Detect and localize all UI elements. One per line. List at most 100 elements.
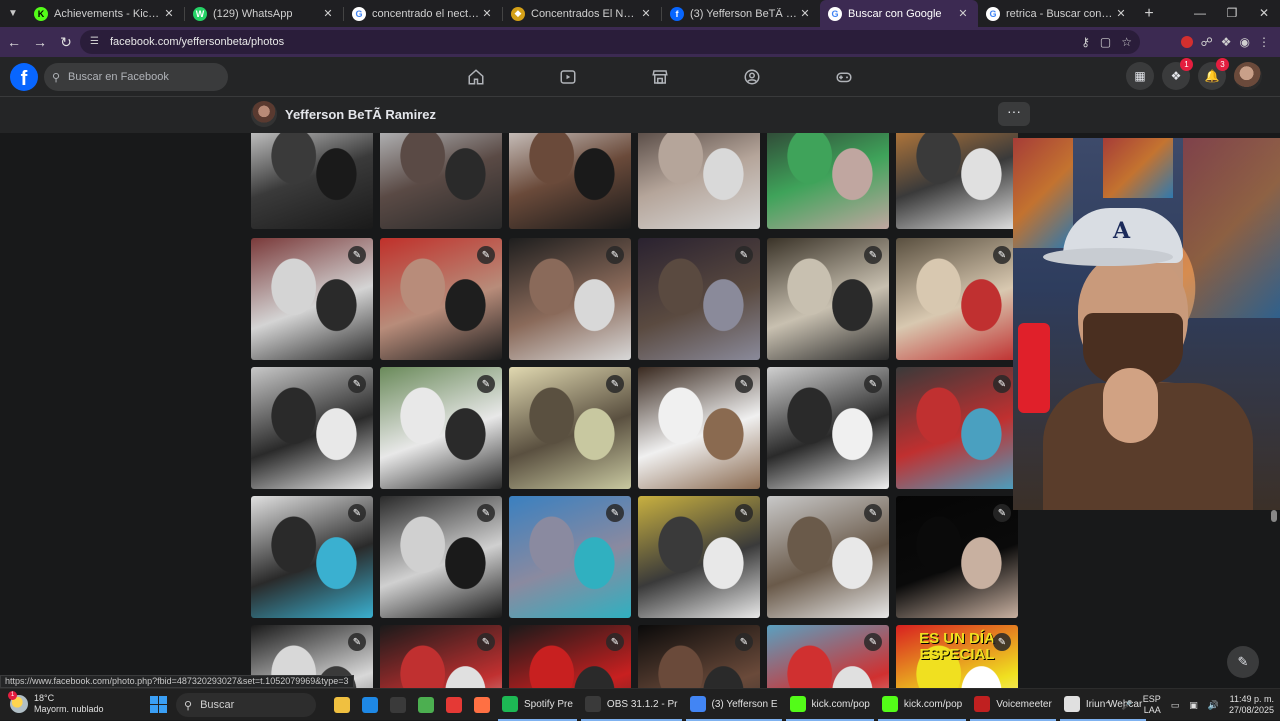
- browser-tab[interactable]: G Buscar con Google ✕: [820, 0, 978, 27]
- photo-thumbnail[interactable]: [767, 133, 889, 229]
- bookmark-star-icon[interactable]: ☆: [1121, 35, 1132, 49]
- taskbar-app[interactable]: [414, 689, 438, 721]
- edit-photo-pencil-icon[interactable]: ✎: [864, 633, 882, 651]
- new-message-button[interactable]: ✎: [1227, 646, 1259, 678]
- browser-tab[interactable]: Gretrica - Buscar con Google✕: [978, 0, 1136, 27]
- extension-red-icon[interactable]: [1180, 36, 1193, 48]
- nav-marketplace[interactable]: [614, 57, 706, 97]
- tab-close-icon[interactable]: ✕: [162, 7, 176, 20]
- photo-thumbnail[interactable]: ES UN DÍA ESPECIALpara desearte las más …: [896, 625, 1018, 688]
- browser-tab[interactable]: Gconcentrado el nectar - Buscar✕: [344, 0, 502, 27]
- photo-thumbnail[interactable]: ✎: [380, 367, 502, 489]
- close-window-icon[interactable]: ✕: [1248, 0, 1280, 27]
- taskbar-app[interactable]: [470, 689, 494, 721]
- facebook-search-input[interactable]: [68, 71, 218, 83]
- edit-photo-pencil-icon[interactable]: ✎: [735, 504, 753, 522]
- photo-thumbnail[interactable]: ✎: [251, 496, 373, 618]
- photo-thumbnail[interactable]: ✎: [638, 238, 760, 360]
- photo-thumbnail[interactable]: ✎: [767, 496, 889, 618]
- photo-thumbnail[interactable]: [509, 133, 631, 229]
- taskbar-app[interactable]: [358, 689, 382, 721]
- photo-thumbnail[interactable]: ✎: [251, 367, 373, 489]
- photo-thumbnail[interactable]: ✎: [638, 625, 760, 688]
- restore-icon[interactable]: ❐: [1216, 0, 1248, 27]
- install-app-icon[interactable]: ▢: [1100, 35, 1111, 49]
- account-avatar[interactable]: [1234, 62, 1262, 90]
- photo-thumbnail[interactable]: ✎: [896, 238, 1018, 360]
- edit-photo-pencil-icon[interactable]: ✎: [348, 633, 366, 651]
- photo-thumbnail[interactable]: ✎: [251, 238, 373, 360]
- profile-icon[interactable]: ◉: [1240, 35, 1250, 49]
- browser-menu-icon[interactable]: ⋮: [1258, 35, 1270, 49]
- volume-icon[interactable]: 🔊: [1208, 700, 1219, 711]
- taskbar-app[interactable]: kick.com/pop: [877, 689, 967, 721]
- back-icon[interactable]: ←: [2, 30, 26, 54]
- browser-tab[interactable]: ◆ Concentrados El Nectar - depo✕: [503, 0, 661, 27]
- taskbar-app[interactable]: [330, 689, 354, 721]
- facebook-search[interactable]: ⚲: [44, 63, 228, 91]
- photo-thumbnail[interactable]: ✎: [380, 238, 502, 360]
- edit-photo-pencil-icon[interactable]: ✎: [606, 633, 624, 651]
- link-extension-icon[interactable]: ☍: [1201, 35, 1213, 49]
- browser-tab[interactable]: W (129) WhatsApp ✕: [185, 0, 343, 27]
- photo-thumbnail[interactable]: [380, 133, 502, 229]
- tab-search-chevron-icon[interactable]: ▼: [0, 0, 26, 27]
- photo-thumbnail[interactable]: ✎: [509, 367, 631, 489]
- photo-thumbnail[interactable]: ✎: [767, 367, 889, 489]
- edit-photo-pencil-icon[interactable]: ✎: [606, 375, 624, 393]
- more-options-button[interactable]: ···: [998, 102, 1030, 126]
- tab-close-icon[interactable]: ✕: [639, 7, 653, 20]
- photo-thumbnail[interactable]: ✎: [509, 625, 631, 688]
- network-icon[interactable]: ▣: [1189, 700, 1198, 711]
- photo-thumbnail[interactable]: ✎: [638, 496, 760, 618]
- page-scrollbar-thumb[interactable]: [1271, 510, 1277, 522]
- edit-photo-pencil-icon[interactable]: ✎: [735, 246, 753, 264]
- taskbar-app[interactable]: OBS 31.1.2 - Pr: [580, 689, 682, 721]
- menu-grid-button[interactable]: ▦: [1126, 62, 1154, 90]
- nav-groups[interactable]: [706, 57, 798, 97]
- tray-chevron-icon[interactable]: ⌃: [1104, 700, 1112, 711]
- edit-photo-pencil-icon[interactable]: ✎: [477, 633, 495, 651]
- edit-photo-pencil-icon[interactable]: ✎: [993, 504, 1011, 522]
- edit-photo-pencil-icon[interactable]: ✎: [735, 375, 753, 393]
- tab-close-icon[interactable]: ✕: [321, 7, 335, 20]
- taskbar-app[interactable]: (3) Yefferson E: [685, 689, 782, 721]
- nav-gaming[interactable]: [798, 57, 890, 97]
- edit-photo-pencil-icon[interactable]: ✎: [864, 246, 882, 264]
- browser-tab[interactable]: f (3) Yefferson BeTÃ Ramirez | Fa✕: [662, 0, 820, 27]
- weather-widget[interactable]: 1 18°C Mayorm. nublado: [8, 691, 104, 715]
- site-info-icon[interactable]: ☰: [90, 36, 102, 48]
- microphone-icon[interactable]: 🎤: [1121, 700, 1132, 711]
- facebook-logo-icon[interactable]: f: [10, 63, 38, 91]
- edit-photo-pencil-icon[interactable]: ✎: [348, 375, 366, 393]
- clock[interactable]: 11:49 p. m. 27/08/2025: [1229, 694, 1274, 716]
- nav-video[interactable]: [522, 57, 614, 97]
- photo-thumbnail[interactable]: ✎: [380, 625, 502, 688]
- edit-photo-pencil-icon[interactable]: ✎: [993, 246, 1011, 264]
- taskbar-app[interactable]: Voicemeeter: [970, 689, 1056, 721]
- tab-close-icon[interactable]: ✕: [480, 7, 494, 20]
- edit-photo-pencil-icon[interactable]: ✎: [477, 246, 495, 264]
- edit-photo-pencil-icon[interactable]: ✎: [348, 246, 366, 264]
- edit-photo-pencil-icon[interactable]: ✎: [477, 504, 495, 522]
- input-language[interactable]: ESP LAA: [1143, 694, 1161, 716]
- edit-photo-pencil-icon[interactable]: ✎: [348, 504, 366, 522]
- notifications-button[interactable]: 🔔 3: [1198, 58, 1229, 90]
- windows-start-icon[interactable]: [150, 696, 167, 713]
- photo-thumbnail[interactable]: ✎: [896, 496, 1018, 618]
- photo-thumbnail[interactable]: ✎: [767, 238, 889, 360]
- photo-thumbnail[interactable]: [251, 133, 373, 229]
- edit-photo-pencil-icon[interactable]: ✎: [606, 246, 624, 264]
- new-tab-button[interactable]: +: [1136, 5, 1162, 23]
- photo-thumbnail[interactable]: ✎: [638, 367, 760, 489]
- edit-photo-pencil-icon[interactable]: ✎: [993, 375, 1011, 393]
- edit-photo-pencil-icon[interactable]: ✎: [993, 633, 1011, 651]
- photo-thumbnail[interactable]: ✎: [509, 238, 631, 360]
- photo-thumbnail[interactable]: ✎: [896, 367, 1018, 489]
- reload-icon[interactable]: ↻: [54, 30, 78, 54]
- photo-thumbnail[interactable]: [638, 133, 760, 229]
- display-icon[interactable]: ▭: [1171, 700, 1180, 711]
- taskbar-app[interactable]: kick.com/pop: [785, 689, 874, 721]
- password-key-icon[interactable]: ⚷: [1081, 35, 1090, 49]
- tab-close-icon[interactable]: ✕: [1114, 7, 1128, 20]
